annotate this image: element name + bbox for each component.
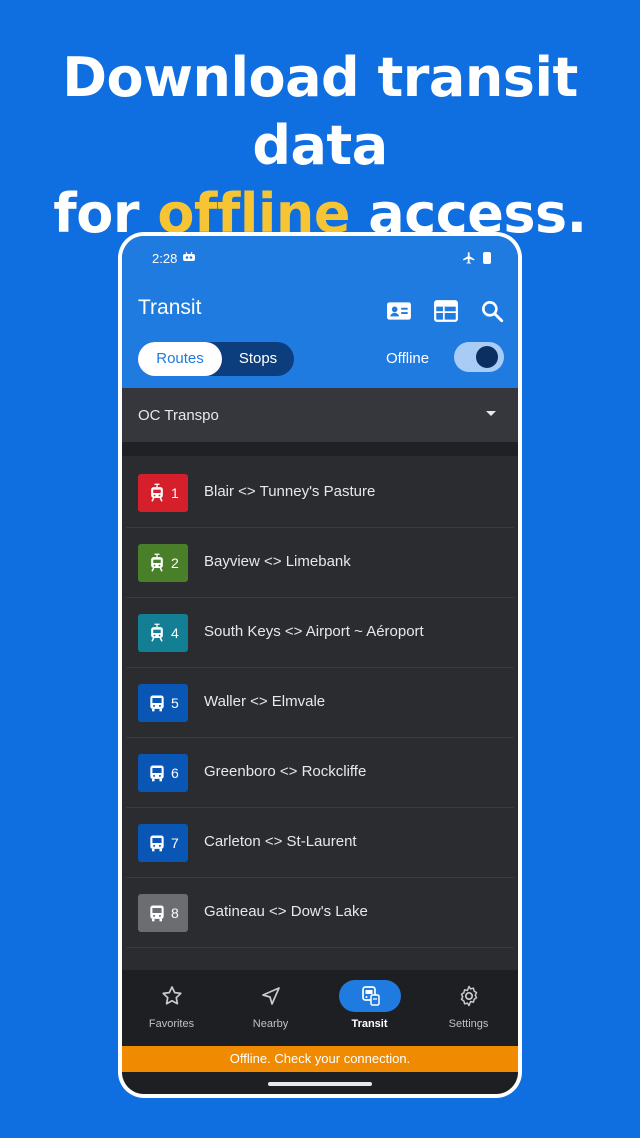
route-name: Greenboro <> Rockcliffe — [204, 763, 367, 780]
tram-icon — [147, 483, 167, 503]
tram-icon — [147, 553, 167, 573]
nav-label: Nearby — [252, 1018, 289, 1030]
nav-label: Favorites — [148, 1018, 195, 1030]
page-title: Transit — [138, 296, 202, 319]
section-divider — [122, 442, 518, 456]
caret-down-icon — [486, 411, 496, 416]
star-icon — [160, 984, 184, 1008]
route-number: 4 — [171, 625, 179, 641]
app-notification-icon — [183, 251, 195, 261]
status-time: 2:28 — [152, 251, 178, 266]
bus-icon — [147, 693, 167, 713]
gear-icon — [457, 984, 481, 1008]
route-number: 7 — [171, 835, 179, 851]
offline-label: Offline — [386, 350, 430, 367]
route-name: Waller <> Elmvale — [204, 693, 326, 710]
nav-nearby[interactable]: Nearby — [221, 970, 320, 1046]
nav-settings[interactable]: Settings — [419, 970, 518, 1046]
route-badge: 8 — [138, 894, 188, 932]
tab-routes[interactable]: Routes — [138, 342, 222, 376]
bus-icon — [147, 763, 167, 783]
routes-stops-toggle: Routes Stops — [138, 342, 294, 376]
search-icon[interactable] — [479, 298, 505, 324]
route-name: South Keys <> Airport ~ Aéroport — [204, 623, 424, 640]
route-list: 1 Blair <> Tunney's Pasture 2 Bayview <> Li… — [126, 458, 514, 970]
offline-banner: Offline. Check your connection. — [122, 1046, 518, 1072]
route-number: 8 — [171, 905, 179, 921]
route-row[interactable]: 6 Greenboro <> Rockcliffe — [126, 738, 514, 808]
headline-line-1: Download transit data — [62, 46, 578, 177]
agency-name: OC Transpo — [138, 407, 219, 424]
agency-dropdown[interactable]: OC Transpo — [122, 388, 518, 442]
route-row[interactable]: 7 Carleton <> St-Laurent — [126, 808, 514, 878]
phone-screen: 2:28 Transit Routes Stops Offline OC Tra… — [122, 236, 518, 1094]
route-row[interactable]: 2 Bayview <> Limebank — [126, 528, 514, 598]
nav-favorites[interactable]: Favorites — [122, 970, 221, 1046]
calendar-icon[interactable] — [433, 298, 459, 324]
route-badge: 6 — [138, 754, 188, 792]
tram-icon — [147, 623, 167, 643]
id-card-icon[interactable] — [386, 298, 412, 324]
bottom-navigation: Favorites Nearby Transit Settings — [122, 970, 518, 1046]
route-number: 5 — [171, 695, 179, 711]
route-row[interactable]: 1 Blair <> Tunney's Pasture — [126, 458, 514, 528]
bus-icon — [147, 833, 167, 853]
status-bar: 2:28 — [122, 236, 518, 280]
route-badge: 2 — [138, 544, 188, 582]
promo-headline: Download transit data for offline access… — [0, 44, 640, 248]
route-name: Gatineau <> Dow's Lake — [204, 903, 368, 920]
route-number: 2 — [171, 555, 179, 571]
gesture-area — [122, 1072, 518, 1094]
route-number: 1 — [171, 485, 179, 501]
route-number: 6 — [171, 765, 179, 781]
route-row[interactable]: 5 Waller <> Elmvale — [126, 668, 514, 738]
nav-label: Settings — [448, 1018, 489, 1030]
route-row[interactable]: 8 Gatineau <> Dow's Lake — [126, 878, 514, 948]
route-row[interactable]: 4 South Keys <> Airport ~ Aéroport — [126, 598, 514, 668]
route-name: Carleton <> St-Laurent — [204, 833, 357, 850]
home-gesture-bar[interactable] — [268, 1082, 372, 1086]
route-badge: 1 — [138, 474, 188, 512]
nav-transit[interactable]: Transit — [320, 970, 419, 1046]
offline-switch[interactable] — [454, 342, 504, 372]
navigation-arrow-icon — [259, 984, 283, 1008]
tab-stops[interactable]: Stops — [222, 342, 294, 376]
bus-icon — [147, 903, 167, 923]
airplane-mode-icon — [463, 252, 475, 264]
route-name: Blair <> Tunney's Pasture — [204, 483, 376, 500]
battery-icon — [483, 252, 491, 264]
transit-icon — [358, 984, 382, 1008]
phone-frame: 2:28 Transit Routes Stops Offline OC Tra… — [118, 232, 522, 1098]
route-badge: 5 — [138, 684, 188, 722]
route-badge: 7 — [138, 824, 188, 862]
route-badge: 4 — [138, 614, 188, 652]
nav-label: Transit — [351, 1018, 388, 1030]
app-bar: 2:28 Transit Routes Stops Offline — [122, 236, 518, 388]
route-name: Bayview <> Limebank — [204, 553, 351, 570]
offline-switch-thumb — [476, 346, 498, 368]
